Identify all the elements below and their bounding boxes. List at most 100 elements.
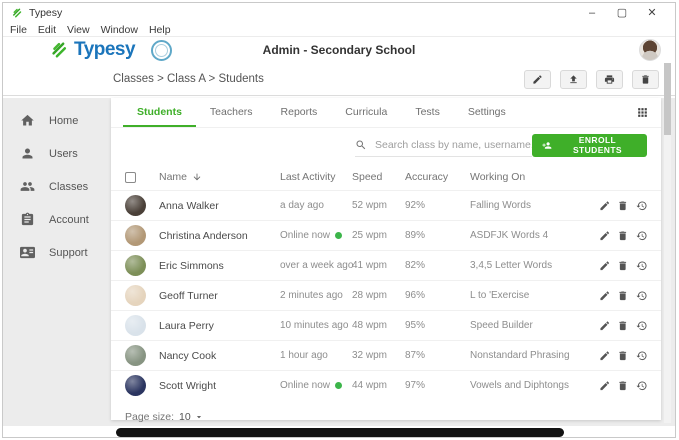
history-icon[interactable] — [636, 320, 648, 332]
page-size-select[interactable]: 10 — [179, 411, 204, 423]
last-activity-cell: 10 minutes ago — [280, 320, 352, 331]
upload-button[interactable] — [560, 70, 587, 89]
tab-settings[interactable]: Settings — [454, 98, 520, 127]
sidebar-item-label: Support — [49, 247, 88, 259]
table-row[interactable]: Geoff Turner 2 minutes ago 28 wpm 96% L … — [111, 280, 661, 310]
menu-item[interactable]: Window — [101, 24, 138, 36]
menu-item[interactable]: Edit — [38, 24, 56, 36]
delete-icon[interactable] — [617, 320, 629, 332]
grid-icon — [636, 106, 649, 119]
title-bar: Typesy – ▢ ✕ — [3, 3, 675, 23]
table-row[interactable]: Eric Simmons over a week ago 41 wpm 82% … — [111, 250, 661, 280]
last-activity-cell: Online now — [280, 230, 352, 241]
sidebar-item-users[interactable]: Users — [3, 137, 101, 170]
person-add-icon — [542, 140, 552, 151]
table-row[interactable]: Laura Perry 10 minutes ago 48 wpm 95% Sp… — [111, 310, 661, 340]
search-input[interactable] — [375, 139, 532, 151]
search-box — [355, 134, 532, 157]
column-header-name: Name — [159, 171, 280, 183]
tab-reports[interactable]: Reports — [267, 98, 332, 127]
edit-button[interactable] — [524, 70, 551, 89]
tab-teachers[interactable]: Teachers — [196, 98, 267, 127]
delete-icon[interactable] — [617, 260, 629, 272]
online-indicator — [335, 232, 342, 239]
delete-icon[interactable] — [617, 230, 629, 242]
edit-icon[interactable] — [599, 200, 611, 212]
student-avatar — [125, 225, 146, 246]
tab-students[interactable]: Students — [123, 98, 196, 127]
edit-icon[interactable] — [599, 260, 611, 272]
speed-cell: 41 wpm — [352, 260, 405, 271]
grid-view-button[interactable] — [636, 106, 649, 119]
student-name: Geoff Turner — [159, 290, 280, 302]
history-icon[interactable] — [636, 350, 648, 362]
table-row[interactable]: Anna Walker a day ago 52 wpm 92% Falling… — [111, 190, 661, 220]
enroll-students-button[interactable]: ENROLL STUDENTS — [532, 134, 647, 157]
tab-tests[interactable]: Tests — [401, 98, 454, 127]
accuracy-cell: 95% — [405, 320, 470, 331]
breadcrumb: Classes > Class A > Students — [113, 73, 264, 85]
tab-label: Curricula — [345, 106, 387, 118]
app-header: Typesy Admin - Secondary School — [3, 37, 675, 63]
column-label: Name — [159, 171, 187, 183]
delete-icon[interactable] — [617, 380, 629, 392]
sidebar-item-account[interactable]: Account — [3, 203, 101, 236]
history-icon[interactable] — [636, 290, 648, 302]
last-activity-cell: over a week ago — [280, 260, 352, 271]
student-name: Nancy Cook — [159, 350, 280, 362]
delete-icon[interactable] — [617, 200, 629, 212]
print-icon — [604, 74, 615, 85]
menu-item[interactable]: Help — [149, 24, 171, 36]
edit-icon[interactable] — [599, 290, 611, 302]
working-on-cell: Nonstandard Phrasing — [470, 350, 580, 361]
delete-icon[interactable] — [617, 350, 629, 362]
accuracy-cell: 96% — [405, 290, 470, 301]
student-name: Anna Walker — [159, 200, 280, 212]
close-button[interactable]: ✕ — [637, 3, 667, 23]
user-avatar[interactable] — [639, 39, 661, 61]
minimize-button[interactable]: – — [577, 3, 607, 23]
table-row[interactable]: Christina Anderson Online now 25 wpm 89%… — [111, 220, 661, 250]
student-avatar — [125, 195, 146, 216]
sort-descending-icon[interactable] — [192, 172, 202, 182]
working-on-cell: Vowels and Diphtongs — [470, 380, 580, 391]
speed-cell: 25 wpm — [352, 230, 405, 241]
sidebar-item-classes[interactable]: Classes — [3, 170, 101, 203]
scrollbar-thumb[interactable] — [664, 63, 671, 135]
vertical-scrollbar[interactable] — [664, 63, 671, 423]
search-row: ENROLL STUDENTS — [111, 128, 661, 162]
history-icon[interactable] — [636, 380, 648, 392]
edit-icon[interactable] — [599, 380, 611, 392]
upload-icon — [568, 74, 579, 85]
edit-icon[interactable] — [599, 320, 611, 332]
user-icon — [20, 146, 35, 161]
column-header-speed: Speed — [352, 171, 405, 183]
edit-icon[interactable] — [599, 230, 611, 242]
select-all-checkbox[interactable] — [125, 172, 136, 183]
maximize-button[interactable]: ▢ — [607, 3, 637, 23]
menu-item[interactable]: View — [67, 24, 90, 36]
row-actions — [599, 290, 648, 302]
history-icon[interactable] — [636, 230, 648, 242]
sidebar-item-support[interactable]: Support — [3, 236, 101, 269]
sidebar-item-home[interactable]: Home — [3, 104, 101, 137]
table-row[interactable]: Nancy Cook 1 hour ago 32 wpm 87% Nonstan… — [111, 340, 661, 370]
column-header-accuracy: Accuracy — [405, 171, 470, 183]
accuracy-cell: 82% — [405, 260, 470, 271]
print-button[interactable] — [596, 70, 623, 89]
delete-icon[interactable] — [617, 290, 629, 302]
body-region: Home Users Classes Account Support — [3, 98, 675, 426]
delete-button[interactable] — [632, 70, 659, 89]
speed-cell: 32 wpm — [352, 350, 405, 361]
history-icon[interactable] — [636, 200, 648, 212]
menu-item[interactable]: File — [10, 24, 27, 36]
tab-curricula[interactable]: Curricula — [331, 98, 401, 127]
tab-label: Settings — [468, 106, 506, 118]
edit-icon[interactable] — [599, 350, 611, 362]
delete-icon — [640, 74, 651, 85]
table-row[interactable]: Scott Wright Online now 44 wpm 97% Vowel… — [111, 370, 661, 400]
main-panel: Students Teachers Reports Curricula Test… — [111, 98, 661, 420]
history-icon[interactable] — [636, 260, 648, 272]
tab-bar: Students Teachers Reports Curricula Test… — [111, 98, 661, 128]
row-actions — [599, 260, 648, 272]
